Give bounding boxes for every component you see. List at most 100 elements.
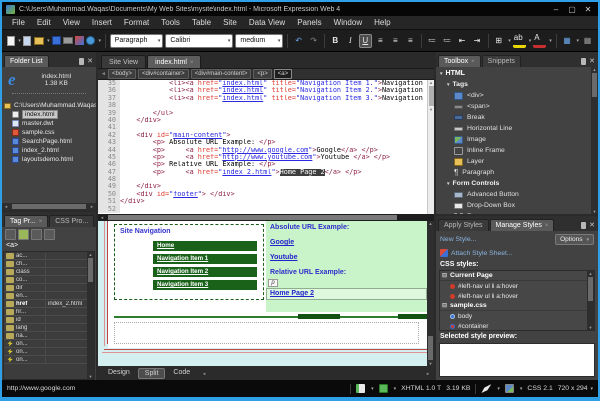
publish-status-icon[interactable]: [379, 384, 388, 393]
tab-close-icon[interactable]: ×: [190, 60, 194, 66]
file-index-2-html[interactable]: index_2.html: [4, 146, 96, 155]
nav-button-navigation-item-2[interactable]: Navigation Item 2: [153, 267, 257, 277]
toolbox-item-form[interactable]: Form: [440, 211, 589, 214]
toolbox-vscrollbar[interactable]: ▲▼: [591, 67, 598, 214]
align-right-icon[interactable]: ≡: [404, 34, 417, 48]
google-link[interactable]: Google: [266, 231, 427, 246]
styles-vscrollbar[interactable]: ▲▼: [587, 271, 594, 330]
outdent-icon[interactable]: ⇤: [456, 34, 469, 48]
selected-link-box[interactable]: Home Page 2: [266, 288, 427, 300]
toolbox-item-horizontal-line[interactable]: Horizontal Line: [440, 123, 589, 134]
preview-dropdown-icon[interactable]: ▾: [98, 38, 101, 44]
print-icon[interactable]: [63, 34, 73, 47]
highlight-icon[interactable]: ab: [513, 34, 526, 48]
align-left-icon[interactable]: ≡: [374, 34, 387, 48]
page-icon[interactable]: [23, 34, 32, 47]
design-vscrollbar[interactable]: ▲▼: [427, 221, 434, 366]
menu-file[interactable]: File: [6, 16, 31, 29]
table-dropdown-icon[interactable]: ▾: [577, 38, 580, 44]
code-line-51[interactable]: 51</div>: [98, 198, 427, 205]
new-style-link[interactable]: New Style...: [440, 236, 476, 243]
style-left-nav-ul-li-a-hover[interactable]: #left-nav ul li a:hover: [440, 281, 587, 291]
breadcrumb-scroll-icon[interactable]: ◄: [101, 71, 106, 77]
open-folder-icon[interactable]: [34, 34, 44, 47]
youtube-link[interactable]: Youtube: [266, 246, 427, 261]
code-line-37[interactable]: 37 <li><a href="index.html" title="Navig…: [98, 95, 427, 102]
view-tab-split[interactable]: Split: [138, 368, 166, 379]
code-lines[interactable]: 35 <li><a href="index.html" title="Navig…: [98, 80, 427, 214]
code-line-48[interactable]: 48: [98, 176, 427, 183]
crumb-div-main-content[interactable]: <div#main-content>: [191, 69, 252, 79]
attribute-row-ch[interactable]: ch...: [4, 260, 87, 268]
p-tag-marker[interactable]: p: [268, 279, 278, 287]
code-line-38[interactable]: 38: [98, 102, 427, 109]
code-line-49[interactable]: 49 </div>: [98, 183, 427, 190]
footer-region[interactable]: [114, 322, 419, 344]
font-family-select[interactable]: Calibri▾: [165, 34, 233, 48]
bold-button[interactable]: B: [329, 34, 342, 48]
page-dimensions-indicator[interactable]: 720 x 294 ▾: [558, 385, 593, 392]
toolbox-item-span[interactable]: <span>: [440, 101, 589, 112]
toolbox-item-paragraph[interactable]: ¶Paragraph: [440, 167, 589, 178]
image-tracing-icon[interactable]: [505, 384, 514, 393]
redo-icon[interactable]: ↷: [307, 34, 320, 48]
toolbox-item-inline-frame[interactable]: Inline Frame: [440, 145, 589, 156]
menu-format[interactable]: Format: [118, 16, 155, 29]
attribute-row-hr[interactable]: hr...: [4, 308, 87, 316]
toolbox-tab[interactable]: Toolbox×: [438, 55, 481, 67]
code-view[interactable]: 35 <li><a href="index.html" title="Navig…: [98, 80, 434, 214]
attribute-row-lang[interactable]: lang: [4, 324, 87, 332]
tag-properties-vscrollbar[interactable]: ▲▼: [87, 252, 94, 379]
sort-alphabetical-icon[interactable]: [18, 229, 29, 240]
toolbox-item-div[interactable]: <div>: [440, 90, 589, 101]
paragraph-style-select[interactable]: Paragraph▾: [110, 34, 164, 48]
tree-root-folder[interactable]: C:\Users\Muhammad.Waqas\Do: [4, 101, 96, 110]
file-index-html[interactable]: index.html: [4, 110, 96, 119]
code-line-39[interactable]: 39 </ul>: [98, 110, 427, 117]
menu-view[interactable]: View: [57, 16, 86, 29]
menu-insert[interactable]: Insert: [86, 16, 118, 29]
logo-tool-icon[interactable]: [75, 34, 84, 47]
folder-list-hscrollbar[interactable]: ◄►: [2, 203, 96, 210]
show-set-properties-icon[interactable]: [31, 229, 42, 240]
options-button[interactable]: Options▾: [555, 234, 594, 245]
main-content-region[interactable]: Absolute URL Example: Google Youtube Rel…: [266, 221, 427, 312]
style-container[interactable]: #container: [440, 321, 587, 331]
crumb-p[interactable]: <p>: [253, 69, 271, 79]
design-view[interactable]: Absolute URL Example: Google Youtube Rel…: [98, 221, 434, 366]
highlight-dropdown-icon[interactable]: ▾: [529, 38, 532, 44]
toolbox-item-advanced-button[interactable]: Advanced Button: [440, 189, 589, 200]
toolbox-item-break[interactable]: Break: [440, 112, 589, 123]
borders-dropdown-icon[interactable]: ▾: [508, 38, 511, 44]
download-status-icon[interactable]: [356, 384, 365, 393]
underline-button[interactable]: U: [359, 34, 372, 48]
attach-stylesheet-link[interactable]: Attach Style Sheet...: [451, 250, 513, 257]
toolbox-item-drop-down-box[interactable]: Drop-Down Box: [440, 200, 589, 211]
new-document-dropdown-icon[interactable]: ▾: [18, 38, 21, 44]
font-size-select[interactable]: medium▾: [235, 34, 283, 48]
code-line-44[interactable]: 44 <p> <a href="http://www.google.com">G…: [98, 147, 427, 154]
nav-button-home[interactable]: Home: [153, 241, 257, 251]
code-line-41[interactable]: 41: [98, 124, 427, 131]
attribute-row-dir[interactable]: dir: [4, 284, 87, 292]
css-version-indicator[interactable]: CSS 2.1: [527, 385, 552, 392]
menu-help[interactable]: Help: [368, 16, 396, 29]
style-left-nav-ul-li-a-hover[interactable]: #left-nav ul li a:hover: [440, 291, 587, 301]
borders-icon[interactable]: ⊞: [492, 34, 505, 48]
style-group-current-page[interactable]: ⊟Current Page: [440, 271, 587, 281]
panel-close-icon[interactable]: ✕: [589, 58, 595, 65]
menu-table[interactable]: Table: [186, 16, 217, 29]
menu-window[interactable]: Window: [328, 16, 368, 29]
collapse-icon[interactable]: ⊟: [442, 272, 447, 279]
menu-edit[interactable]: Edit: [31, 16, 57, 29]
toolbox-section-form-controls[interactable]: ▾Form Controls: [440, 178, 589, 189]
panel-splitter[interactable]: [12, 93, 86, 98]
menu-tools[interactable]: Tools: [155, 16, 186, 29]
crumb-body[interactable]: <body>: [108, 69, 136, 79]
code-line-45[interactable]: 45 <p> <a href="http://www.youtube.com">…: [98, 154, 427, 161]
toolbox-section-tags[interactable]: ▾Tags: [440, 79, 589, 90]
font-color-dropdown-icon[interactable]: ▾: [549, 38, 552, 44]
bullet-list-icon[interactable]: ≔: [441, 34, 454, 48]
editor-tab-index-html[interactable]: index.html×: [147, 55, 201, 68]
style-group-sample-css[interactable]: ⊟sample.css: [440, 301, 587, 311]
